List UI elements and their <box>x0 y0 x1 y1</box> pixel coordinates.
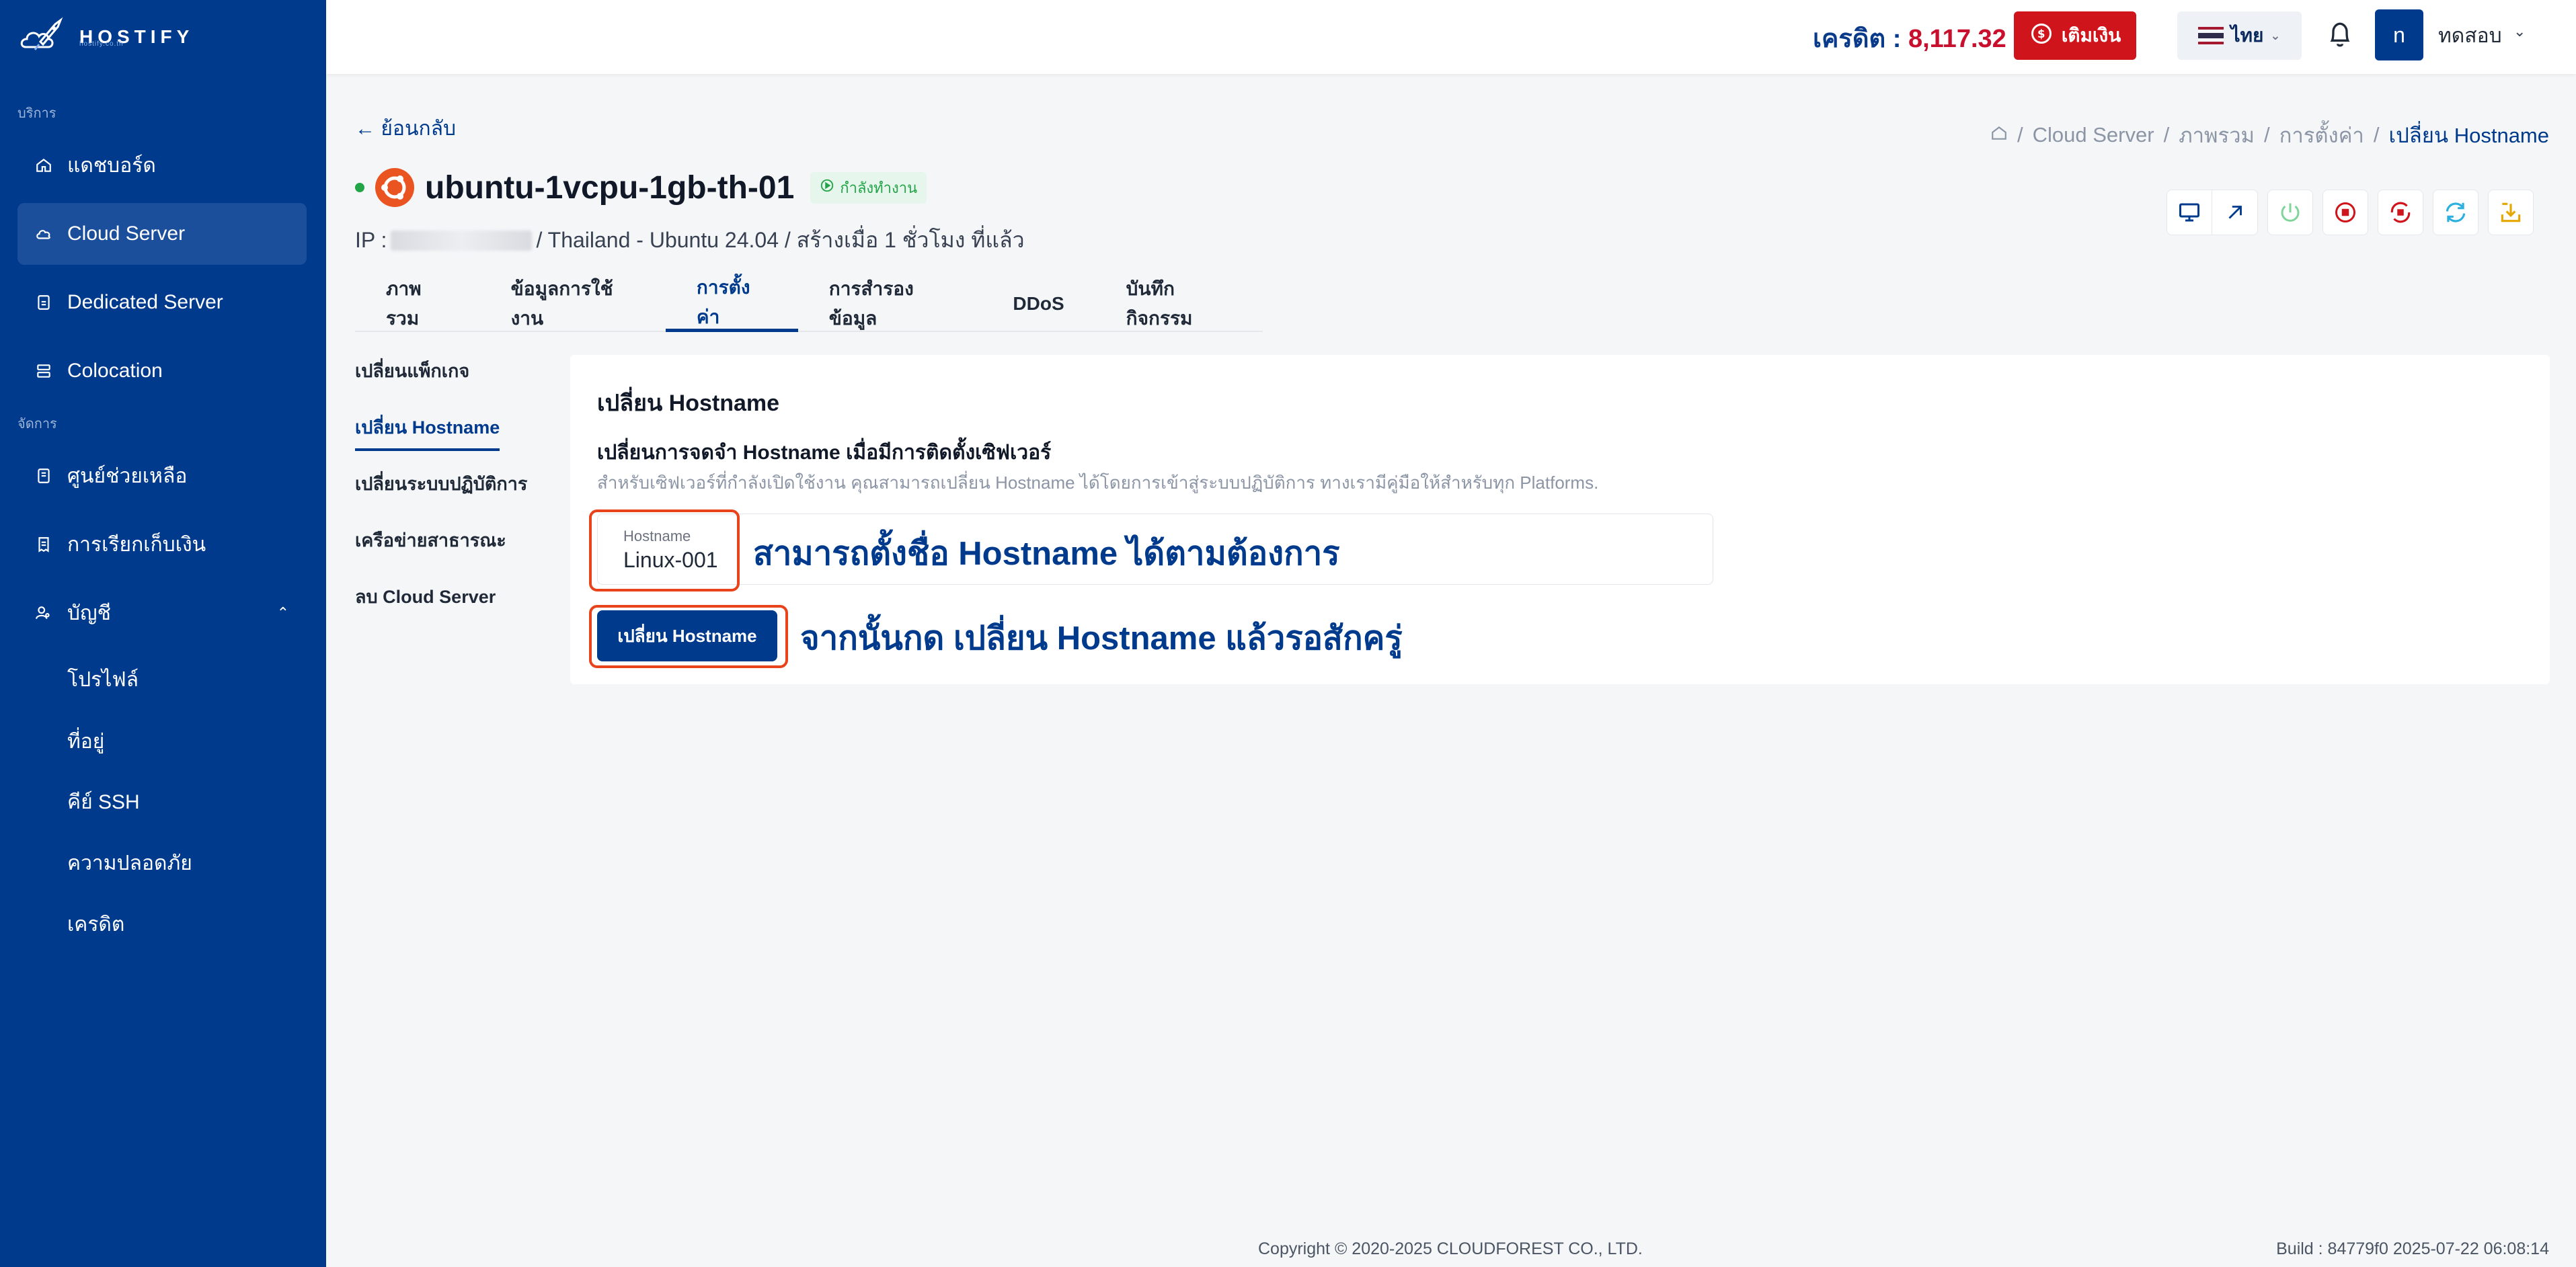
server-icon <box>35 294 52 311</box>
footer-copyright: Copyright © 2020-2025 CLOUDFOREST CO., L… <box>1258 1239 1643 1258</box>
chevron-down-icon[interactable]: ⌄ <box>2513 23 2526 40</box>
sidebar-item-dedicated-server[interactable]: Dedicated Server <box>17 272 307 333</box>
database-icon <box>35 362 52 380</box>
receipt-icon <box>35 536 52 553</box>
annotation-hostname: สามารถตั้งชื่อ Hostname ได้ตามต้องการ <box>753 536 1340 572</box>
play-circle-icon <box>820 178 834 197</box>
sidebar-sub-address[interactable]: ที่อยู่ <box>67 726 104 758</box>
sidebar-item-help-center[interactable]: ศูนย์ช่วยเหลือ <box>17 445 307 507</box>
topup-label: เติมเงิน <box>2061 25 2121 46</box>
section-manage-label: จัดการ <box>17 417 57 432</box>
highlight-change-button <box>589 605 788 668</box>
server-tabs: ภาพรวม ข้อมูลการใช้งาน การตั้งค่า การสำร… <box>355 276 1263 332</box>
ubuntu-icon <box>375 168 414 207</box>
brand-logo[interactable]: HOSTIFY <box>17 15 194 59</box>
bell-icon[interactable] <box>2327 19 2353 51</box>
ip-label: IP : <box>355 228 387 252</box>
panel-title: เปลี่ยน Hostname <box>597 391 780 416</box>
sidebar-sub-security[interactable]: ความปลอดภัย <box>67 848 192 879</box>
coin-icon: $ <box>2029 22 2054 50</box>
external-link-icon[interactable] <box>2212 190 2258 235</box>
username[interactable]: ทดสอบ <box>2438 20 2502 52</box>
sidebar-item-dashboard[interactable]: แดชบอร์ด <box>17 134 307 196</box>
breadcrumb-current: เปลี่ยน Hostname <box>2388 124 2549 147</box>
breadcrumb-item[interactable]: Cloud Server <box>2033 123 2154 147</box>
footer-build: Build : 84779f0 2025-07-22 06:08:14 <box>2276 1239 2549 1258</box>
tab-usage[interactable]: ข้อมูลการใช้งาน <box>480 276 666 332</box>
download-icon[interactable] <box>2488 190 2534 235</box>
chevron-up-icon: ⌃ <box>276 604 289 621</box>
avatar[interactable]: n <box>2375 9 2423 60</box>
chevron-down-icon: ⌄ <box>2270 28 2281 42</box>
thai-flag-icon <box>2198 27 2224 44</box>
highlight-hostname-field <box>589 509 740 591</box>
status-dot <box>355 183 364 192</box>
ip-address-redacted <box>391 230 533 251</box>
tab-backup[interactable]: การสำรองข้อมูล <box>798 276 982 332</box>
settings-menu-public-network[interactable]: เครือข่ายสาธารณะ <box>355 526 506 555</box>
server-name: ubuntu-1vcpu-1gb-th-01 <box>425 169 795 206</box>
sidebar: HOSTIFY hostify.co.th บริการ แดชบอร์ด Cl… <box>0 0 326 1267</box>
sidebar-item-account[interactable]: บัญชี ⌃ <box>17 582 307 644</box>
sidebar-item-label: Cloud Server <box>67 222 186 245</box>
breadcrumb-item[interactable]: ภาพรวม <box>2179 118 2255 152</box>
hostname-panel: เปลี่ยน Hostname เปลี่ยนการจดจำ Hostname… <box>570 355 2550 684</box>
back-label: ย้อนกลับ <box>381 118 457 140</box>
credit-label: เครดิต : <box>1813 25 1908 53</box>
home-icon <box>35 157 52 174</box>
sidebar-item-billing[interactable]: การเรียกเก็บเงิน <box>17 514 307 575</box>
section-services-label: บริการ <box>17 106 56 121</box>
sidebar-item-label: ศูนย์ช่วยเหลือ <box>67 464 188 487</box>
breadcrumb: / Cloud Server / ภาพรวม / การตั้งค่า / เ… <box>1990 118 2549 152</box>
rocket-cloud-icon <box>17 15 71 59</box>
power-icon[interactable] <box>2267 190 2313 235</box>
status-text: กำลังทำงาน <box>840 179 918 196</box>
cloud-icon <box>35 225 52 243</box>
settings-menu-delete-server[interactable]: ลบ Cloud Server <box>355 582 496 611</box>
tab-settings[interactable]: การตั้งค่า <box>665 276 798 332</box>
server-meta-text: / Thailand - Ubuntu 24.04 / สร้างเมื่อ 1… <box>536 228 1025 252</box>
sidebar-item-label: การเรียกเก็บเงิน <box>67 533 206 556</box>
annotation-button: จากนั้นกด เปลี่ยน Hostname แล้วรอสักครู่ <box>800 620 1403 657</box>
sidebar-item-label: Colocation <box>67 360 163 382</box>
stop-icon[interactable] <box>2323 190 2368 235</box>
tab-ddos[interactable]: DDoS <box>982 276 1095 332</box>
status-badge: กำลังทำงาน <box>810 171 927 204</box>
credit-value: 8,117.32 ฿ <box>1908 25 2031 53</box>
home-icon[interactable] <box>1990 123 2008 147</box>
sidebar-sub-ssh-keys[interactable]: คีย์ SSH <box>67 786 140 818</box>
topup-button[interactable]: $ เติมเงิน <box>2014 11 2136 60</box>
tab-overview[interactable]: ภาพรวม <box>355 276 480 332</box>
credit-display: เครดิต : 8,117.32 ฿ <box>1813 17 2031 58</box>
sidebar-item-cloud-server[interactable]: Cloud Server <box>17 203 307 265</box>
sidebar-item-label: แดชบอร์ด <box>67 154 156 177</box>
console-group <box>2167 190 2258 235</box>
book-icon <box>35 467 52 485</box>
settings-menu-change-hostname[interactable]: เปลี่ยน Hostname <box>355 413 500 451</box>
settings-menu-change-os[interactable]: เปลี่ยนระบบปฏิบัติการ <box>355 469 527 498</box>
back-link[interactable]: ← ย้อนกลับ <box>355 113 456 145</box>
svg-text:$: $ <box>2037 28 2045 40</box>
arrow-left-icon: ← <box>355 118 375 140</box>
brand-tagline: hostify.co.th <box>79 40 124 48</box>
server-title-row: ubuntu-1vcpu-1gb-th-01 กำลังทำงาน <box>355 168 927 207</box>
sidebar-item-colocation[interactable]: Colocation <box>17 340 307 402</box>
sidebar-sub-profile[interactable]: โปรไฟล์ <box>67 664 139 696</box>
server-meta: IP : / Thailand - Ubuntu 24.04 / สร้างเม… <box>355 223 1025 257</box>
sidebar-item-label: Dedicated Server <box>67 291 223 313</box>
sidebar-sub-credit[interactable]: เครดิต <box>67 909 124 940</box>
panel-subtitle: เปลี่ยนการจดจำ Hostname เมื่อมีการติดตั้… <box>597 442 1052 464</box>
language-selector[interactable]: ไทย ⌄ <box>2177 11 2302 60</box>
panel-description: สำหรับเซิฟเวอร์ที่กำลังเปิดใช้งาน คุณสาม… <box>597 473 1599 493</box>
sidebar-item-label: บัญชี <box>67 602 111 624</box>
server-action-bar <box>2167 190 2534 235</box>
tab-activity-log[interactable]: บันทึกกิจกรรม <box>1095 276 1263 332</box>
users-icon <box>35 604 52 622</box>
settings-menu-change-package[interactable]: เปลี่ยนแพ็กเกจ <box>355 356 469 385</box>
restart-icon[interactable] <box>2378 190 2423 235</box>
breadcrumb-item[interactable]: การตั้งค่า <box>2279 118 2364 152</box>
refresh-icon[interactable] <box>2433 190 2479 235</box>
language-label: ไทย <box>2230 25 2264 46</box>
monitor-icon[interactable] <box>2167 190 2212 235</box>
